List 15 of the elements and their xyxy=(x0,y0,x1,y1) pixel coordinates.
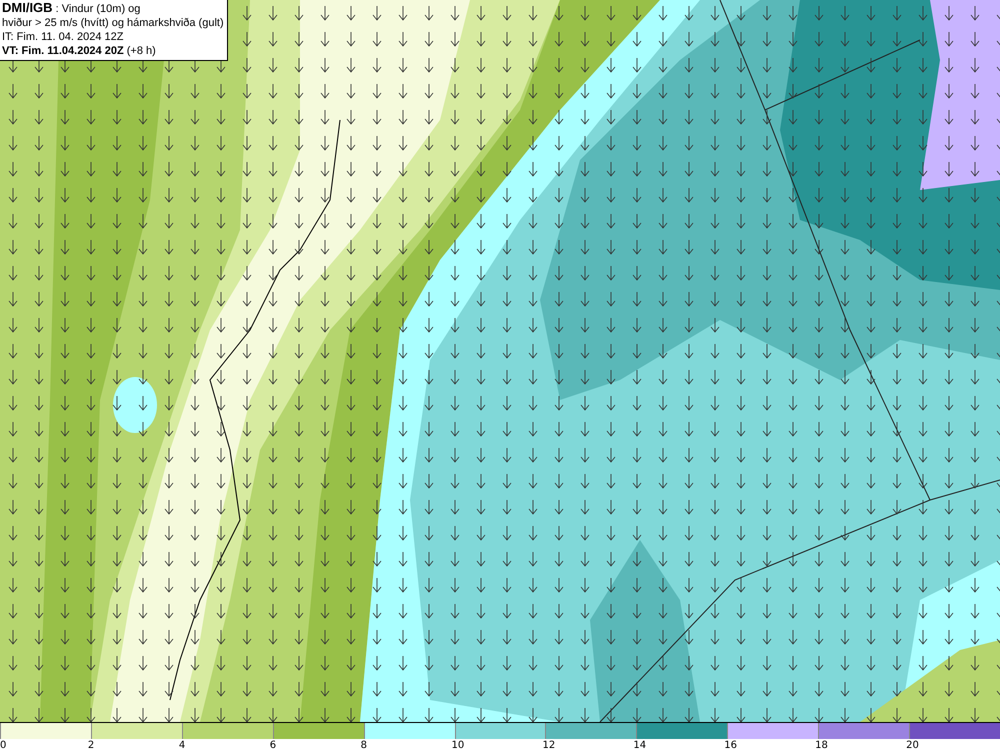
legend-tick-label: 4 xyxy=(178,739,186,752)
legend-tick-label: 6 xyxy=(270,739,276,752)
legend-tick-label: 12 xyxy=(542,739,556,752)
map-info-text: IT: Fim. 11. 04. 2024 12Z xyxy=(2,30,124,44)
legend-tick-label: 8 xyxy=(360,739,367,752)
legend-tick-label: 14 xyxy=(633,739,646,752)
map-info-text: hviður > 25 m/s (hvítt) og hámarkshviða (gult) xyxy=(2,16,224,30)
legend-tick-label: 2 xyxy=(88,739,94,752)
map-info-text: DMI/IGB : Vindur (10m) og xyxy=(2,1,142,16)
legend-tick-label: 0 xyxy=(0,739,6,752)
map-info-text: VT: Fim. 11.04.2024 20Z (+8 h) xyxy=(2,44,157,58)
legend-tick-label: 16 xyxy=(724,739,737,752)
legend-tick-label: 20 xyxy=(906,739,919,752)
legend-tick-label: 18 xyxy=(815,739,828,752)
legend-tick-label: 10 xyxy=(452,739,464,752)
